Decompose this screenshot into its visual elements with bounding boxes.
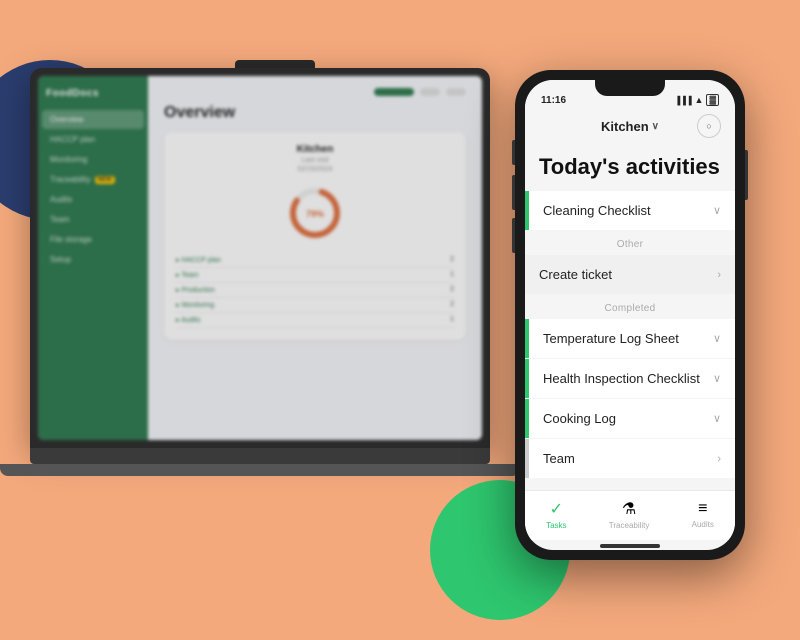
laptop-card-title: Kitchen — [176, 144, 454, 155]
phone-silent-button — [512, 140, 515, 165]
section-label-other: Other — [525, 231, 735, 254]
laptop-overview-card: Kitchen Last visit 02/15/2024 79% ▸ HACC… — [164, 132, 466, 340]
phone-bottom-nav: ✓ Tasks ⚗ Traceability ≡ Audits — [525, 490, 735, 540]
tasks-check-icon: ✓ — [550, 499, 563, 519]
create-ticket-item[interactable]: Create ticket › — [525, 255, 735, 294]
laptop-screen-content: FoodDocs Overview HACCP plan Monitoring … — [38, 76, 482, 440]
laptop-foot — [0, 464, 520, 476]
checklist-item-temperature[interactable]: Temperature Log Sheet ∨ — [525, 319, 735, 358]
laptop-nav-monitoring[interactable]: Monitoring — [42, 150, 144, 169]
laptop-list-item: ▸ HACCP plan2 — [176, 253, 454, 268]
checklist-item-label: Cooking Log — [543, 411, 616, 426]
battery-icon: ▓ — [706, 94, 719, 106]
phone-page-title: Today's activities — [525, 148, 735, 190]
laptop-list-item: ▸ Production2 — [176, 283, 454, 298]
chevron-down-icon: ∨ — [713, 412, 721, 425]
laptop-card-subtitle: Last visit — [176, 157, 454, 164]
chevron-right-icon: › — [717, 453, 721, 465]
checklist-item-health-inspection[interactable]: Health Inspection Checklist ∨ — [525, 359, 735, 398]
avatar-icon: ○ — [706, 121, 711, 131]
checklist-item-label: Team — [543, 451, 575, 466]
chevron-down-icon: ∨ — [713, 204, 721, 217]
traceability-icon: ⚗ — [622, 499, 636, 519]
audits-icon: ≡ — [698, 500, 707, 518]
laptop-nav-audits[interactable]: Audits — [42, 190, 144, 209]
laptop-screen: FoodDocs Overview HACCP plan Monitoring … — [30, 68, 490, 448]
laptop-topbar — [164, 88, 466, 96]
chevron-right-icon: › — [717, 269, 721, 281]
checklist-item-cleaning[interactable]: Cleaning Checklist ∨ — [525, 191, 735, 230]
create-ticket-label: Create ticket — [539, 267, 612, 282]
phone-content[interactable]: Today's activities Cleaning Checklist ∨ … — [525, 144, 735, 490]
laptop-app-logo: FoodDocs — [38, 84, 148, 109]
location-chevron-icon: ∨ — [652, 121, 659, 132]
laptop-list-item: ▸ Monitoring2 — [176, 298, 454, 313]
phone-notch — [595, 80, 665, 96]
chevron-down-icon: ∨ — [713, 332, 721, 345]
laptop-nav-haccp[interactable]: HACCP plan — [42, 130, 144, 149]
svg-text:79%: 79% — [306, 209, 324, 219]
phone-status-icons: ▐▐▐ ▲ ▓ — [675, 94, 720, 106]
checklist-item-label: Health Inspection Checklist — [543, 371, 700, 386]
phone-volume-down-button — [512, 218, 515, 253]
laptop-card-date: 02/15/2024 — [176, 166, 454, 173]
phone-nav-audits[interactable]: ≡ Audits — [692, 500, 714, 529]
phone-avatar[interactable]: ○ — [697, 114, 721, 138]
phone-time: 11:16 — [541, 95, 566, 106]
laptop-nav-file-storage[interactable]: File storage — [42, 230, 144, 249]
checklist-item-label: Temperature Log Sheet — [543, 331, 679, 346]
laptop-sidebar: FoodDocs Overview HACCP plan Monitoring … — [38, 76, 148, 440]
checklist-item-label: Cleaning Checklist — [543, 203, 651, 218]
laptop-camera-notch — [235, 60, 315, 68]
laptop-status-indicator — [374, 88, 414, 96]
phone-nav-traceability-label: Traceability — [609, 521, 650, 530]
section-label-completed: Completed — [525, 295, 735, 318]
laptop-list-item: ▸ Team1 — [176, 268, 454, 283]
phone-screen: 11:16 ▐▐▐ ▲ ▓ Kitchen ∨ ○ — [525, 80, 735, 550]
laptop-device: FoodDocs Overview HACCP plan Monitoring … — [30, 60, 520, 570]
laptop-nav-overview[interactable]: Overview — [42, 110, 144, 129]
laptop-topbar-action2 — [446, 88, 466, 96]
wifi-icon: ▲ — [695, 95, 704, 105]
traceability-badge: NEW — [95, 176, 115, 184]
phone-device: 11:16 ▐▐▐ ▲ ▓ Kitchen ∨ ○ — [515, 70, 745, 560]
phone-location-title[interactable]: Kitchen ∨ — [601, 119, 659, 134]
laptop-overview-title: Overview — [164, 104, 466, 122]
signal-icon: ▐▐▐ — [675, 96, 692, 105]
phone-volume-up-button — [512, 175, 515, 210]
laptop-nav-traceability[interactable]: Traceability NEW — [42, 170, 144, 189]
laptop-list: ▸ HACCP plan2 ▸ Team1 ▸ Production2 ▸ Mo… — [176, 253, 454, 328]
laptop-nav-team[interactable]: Team — [42, 210, 144, 229]
phone-home-indicator — [600, 544, 660, 548]
laptop-base — [30, 448, 490, 464]
laptop-nav-setup[interactable]: Setup — [42, 250, 144, 269]
laptop-list-item: ▸ Audits1 — [176, 313, 454, 328]
phone-nav-traceability[interactable]: ⚗ Traceability — [609, 499, 650, 530]
checklist-item-team[interactable]: Team › — [525, 439, 735, 478]
phone-nav-audits-label: Audits — [692, 520, 714, 529]
laptop-donut-chart: 79% — [176, 183, 454, 243]
phone-frame: 11:16 ▐▐▐ ▲ ▓ Kitchen ∨ ○ — [515, 70, 745, 560]
chevron-down-icon: ∨ — [713, 372, 721, 385]
laptop-main-content: Overview Kitchen Last visit 02/15/2024 7… — [148, 76, 482, 440]
phone-nav-tasks-label: Tasks — [546, 521, 566, 530]
laptop-topbar-action1 — [420, 88, 440, 96]
phone-nav-tasks[interactable]: ✓ Tasks — [546, 499, 566, 530]
phone-power-button — [745, 150, 748, 200]
checklist-item-cooking[interactable]: Cooking Log ∨ — [525, 399, 735, 438]
phone-header[interactable]: Kitchen ∨ ○ — [525, 108, 735, 144]
